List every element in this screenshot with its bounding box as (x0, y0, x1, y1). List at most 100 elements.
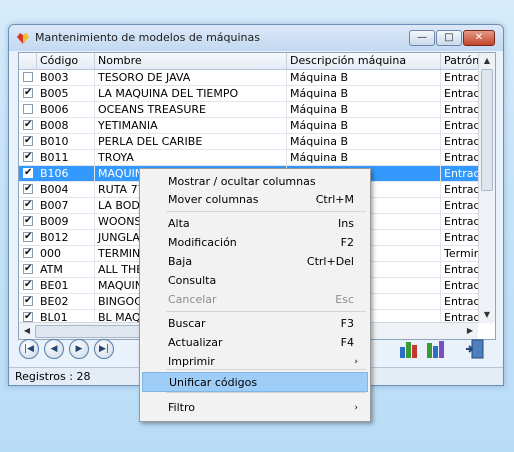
first-record-button[interactable]: |◀ (19, 339, 39, 359)
header-codigo[interactable]: Código (37, 53, 95, 69)
menu-item[interactable]: Mostrar / ocultar columnas (142, 172, 368, 192)
menu-item[interactable]: Actualizar F4 (142, 333, 368, 353)
prev-icon: ◀ (50, 344, 58, 354)
menu-item-label: Consulta (168, 274, 217, 287)
menu-item-label: Alta (168, 217, 190, 230)
menu-separator (166, 311, 366, 312)
menu-item[interactable]: Unificar códigos (142, 372, 368, 392)
row-checkbox[interactable]: ✔ (23, 120, 33, 130)
cell-codigo: BE02 (37, 294, 95, 309)
header-nombre[interactable]: Nombre (95, 53, 287, 69)
report-chart-icon[interactable] (424, 337, 448, 361)
row-checkbox[interactable] (23, 104, 33, 114)
maximize-icon: □ (444, 32, 454, 43)
menu-item-shortcut: F4 (340, 336, 354, 349)
submenu-arrow-icon: › (354, 403, 358, 413)
row-checkbox[interactable]: ✔ (23, 88, 33, 98)
row-checkbox[interactable]: ✔ (23, 200, 33, 210)
minimize-button[interactable]: — (409, 30, 435, 46)
row-checkbox[interactable]: ✔ (23, 136, 33, 146)
vertical-scroll-thumb[interactable] (481, 69, 493, 191)
menu-item-label: Unificar códigos (169, 376, 258, 389)
table-row[interactable]: B006 OCEANS TREASURE Máquina B Entrada / (19, 102, 491, 118)
menu-item[interactable]: Mover columnas Ctrl+M (142, 190, 368, 210)
scroll-down-icon[interactable]: ▼ (479, 307, 495, 323)
menu-item-shortcut: Esc (335, 293, 354, 306)
header-descripcion[interactable]: Descripción máquina (287, 53, 441, 69)
menu-item[interactable]: Modificación F2 (142, 233, 368, 253)
menu-item-shortcut: Ins (338, 217, 354, 230)
menu-separator (166, 211, 366, 212)
vertical-scrollbar[interactable]: ▲ ▼ (478, 53, 495, 323)
submenu-arrow-icon: › (354, 357, 358, 367)
menu-item-label: Modificación (168, 236, 237, 249)
export-chart-icon[interactable] (397, 337, 421, 361)
row-checkbox[interactable]: ✔ (23, 296, 33, 306)
cell-codigo: BE01 (37, 278, 95, 293)
first-icon: |◀ (24, 344, 34, 354)
cell-descripcion: Máquina B (287, 150, 441, 165)
cell-codigo: B004 (37, 182, 95, 197)
cell-nombre: OCEANS TREASURE (95, 102, 287, 117)
cell-codigo: B010 (37, 134, 95, 149)
scroll-up-icon[interactable]: ▲ (479, 53, 495, 69)
menu-item[interactable]: Buscar F3 (142, 314, 368, 334)
scroll-left-icon[interactable]: ◀ (19, 323, 35, 339)
row-checkbox[interactable] (23, 72, 33, 82)
menu-item-label: Buscar (168, 317, 206, 330)
cell-codigo: ATM (37, 262, 95, 277)
app-logo-icon (17, 33, 29, 44)
header-check-column[interactable] (19, 53, 37, 69)
cell-descripcion: Máquina B (287, 86, 441, 101)
last-record-button[interactable]: ▶| (94, 339, 114, 359)
menu-item[interactable]: Baja Ctrl+Del (142, 252, 368, 272)
cell-descripcion: Máquina B (287, 102, 441, 117)
table-row[interactable]: ✔ B005 LA MAQUINA DEL TIEMPO Máquina B Entra… (19, 86, 491, 102)
menu-item-label: Filtro (168, 401, 195, 414)
row-checkbox[interactable]: ✔ (23, 264, 33, 274)
menu-item[interactable]: Alta Ins (142, 214, 368, 234)
cell-codigo: B011 (37, 150, 95, 165)
menu-item-shortcut: F2 (340, 236, 354, 249)
cell-descripcion: Máquina B (287, 70, 441, 85)
grid-header: Código Nombre Descripción máquina Patrón… (19, 53, 495, 70)
next-record-button[interactable]: ▶ (69, 339, 89, 359)
close-button[interactable]: ✕ (463, 30, 495, 46)
cell-codigo: B007 (37, 198, 95, 213)
table-row[interactable]: ✔ B011 TROYA Máquina B Entrada / (19, 150, 491, 166)
table-row[interactable]: ✔ B010 PERLA DEL CARIBE Máquina B Entrada / (19, 134, 491, 150)
row-checkbox[interactable]: ✔ (23, 312, 33, 322)
last-icon: ▶| (99, 344, 109, 354)
menu-item[interactable]: Imprimir › (142, 352, 368, 372)
menu-item-label: Baja (168, 255, 193, 268)
minimize-icon: — (417, 32, 427, 43)
maximize-button[interactable]: □ (436, 30, 462, 46)
menu-item[interactable]: Consulta (142, 271, 368, 291)
cell-nombre: LA MAQUINA DEL TIEMPO (95, 86, 287, 101)
menu-item: Cancelar Esc (142, 290, 368, 310)
cell-codigo: 000 (37, 246, 95, 261)
row-checkbox[interactable]: ✔ (23, 184, 33, 194)
exit-door-icon[interactable] (464, 337, 488, 361)
row-checkbox[interactable]: ✔ (23, 280, 33, 290)
title-bar[interactable]: Mantenimiento de modelos de máquinas — □… (9, 25, 503, 51)
cell-codigo: B006 (37, 102, 95, 117)
table-row[interactable]: ✔ B008 YETIMANIA Máquina B Entrada / (19, 118, 491, 134)
previous-record-button[interactable]: ◀ (44, 339, 64, 359)
cell-nombre: TESORO DE JAVA (95, 70, 287, 85)
menu-item[interactable]: Filtro › (142, 398, 368, 418)
next-icon: ▶ (75, 344, 83, 354)
row-checkbox[interactable]: ✔ (23, 168, 33, 178)
menu-item-shortcut: F3 (340, 317, 354, 330)
cell-codigo: B012 (37, 230, 95, 245)
table-row[interactable]: B003 TESORO DE JAVA Máquina B Entrada / (19, 70, 491, 86)
row-checkbox[interactable]: ✔ (23, 232, 33, 242)
menu-item-shortcut: Ctrl+Del (306, 255, 354, 268)
menu-item-label: Actualizar (168, 336, 223, 349)
cell-codigo: B009 (37, 214, 95, 229)
row-checkbox[interactable]: ✔ (23, 248, 33, 258)
row-checkbox[interactable]: ✔ (23, 216, 33, 226)
row-checkbox[interactable]: ✔ (23, 152, 33, 162)
cell-nombre: YETIMANIA (95, 118, 287, 133)
cell-descripcion: Máquina B (287, 134, 441, 149)
